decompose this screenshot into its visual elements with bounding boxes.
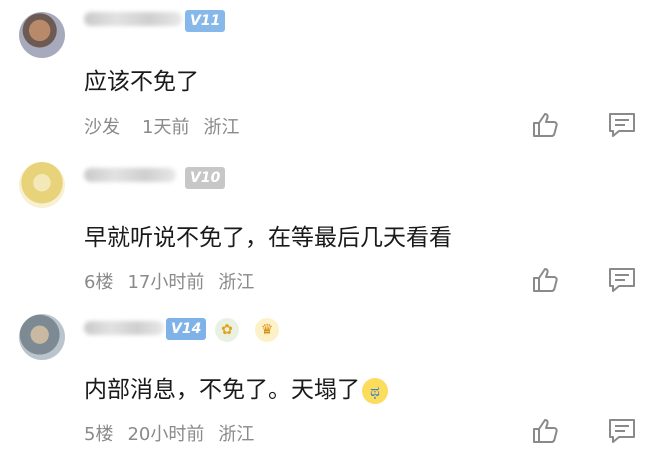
floor-label: 6楼 xyxy=(84,272,114,293)
comment-item: V14 ✿ ♛ 内部消息，不免了。天塌了 ಥ 5楼 20小时前 浙江 xyxy=(0,302,668,455)
timestamp: 20小时前 xyxy=(127,424,205,445)
comment-text: 早就听说不免了，在等最后几天看看 xyxy=(84,225,452,251)
comment-meta: 沙发 1天前 浙江 xyxy=(84,113,253,139)
username-blurred[interactable] xyxy=(84,12,182,26)
comment-text: 内部消息，不免了。天塌了 xyxy=(84,377,360,403)
avatar[interactable] xyxy=(19,162,65,208)
comment-item: V10 早就听说不免了，在等最后几天看看 6楼 17小时前 浙江 xyxy=(0,152,668,302)
comment-text: 应该不免了 xyxy=(84,69,199,95)
username-blurred[interactable] xyxy=(84,321,164,335)
floor-label: 5楼 xyxy=(84,424,114,445)
location: 浙江 xyxy=(218,424,255,445)
leaf-medal-icon[interactable]: ✿ xyxy=(215,318,239,342)
timestamp: 1天前 xyxy=(142,117,190,138)
avatar[interactable] xyxy=(19,314,65,360)
crown-medal-icon[interactable]: ♛ xyxy=(255,318,279,342)
comment-meta: 5楼 20小时前 浙江 xyxy=(84,420,268,446)
reply-icon[interactable] xyxy=(607,265,637,295)
reply-icon[interactable] xyxy=(607,416,637,446)
level-badge: V11 xyxy=(185,10,226,32)
username-blurred[interactable] xyxy=(84,168,176,182)
reply-icon[interactable] xyxy=(607,110,637,140)
comment-item: V11 应该不免了 沙发 1天前 浙江 xyxy=(0,0,668,152)
crying-face-icon: ಥ xyxy=(362,377,388,404)
level-badge: V10 xyxy=(185,167,226,189)
thumbs-up-icon[interactable] xyxy=(530,110,560,140)
timestamp: 17小时前 xyxy=(127,272,205,293)
level-badge: V14 xyxy=(166,318,207,340)
thumbs-up-icon[interactable] xyxy=(530,265,560,295)
comment-text-row: 内部消息，不免了。天塌了 ಥ xyxy=(84,370,388,404)
thumbs-up-icon[interactable] xyxy=(530,416,560,446)
avatar[interactable] xyxy=(19,12,65,58)
floor-label: 沙发 xyxy=(84,117,120,138)
location: 浙江 xyxy=(203,117,240,138)
location: 浙江 xyxy=(218,272,255,293)
comment-meta: 6楼 17小时前 浙江 xyxy=(84,268,268,294)
